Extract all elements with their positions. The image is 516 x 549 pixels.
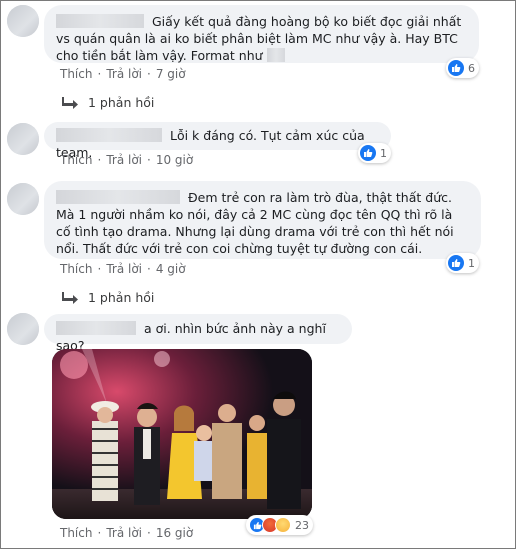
sad-icon — [275, 517, 291, 533]
reply-arrow-icon — [62, 96, 78, 109]
avatar[interactable] — [7, 5, 39, 37]
reaction-count: 23 — [295, 518, 309, 532]
replies-count-label: 1 phản hồi — [88, 95, 155, 110]
comment-bubble: Giấy kết quả đàng hoàng bộ ko biết đọc g… — [44, 5, 479, 63]
comment-bubble: Lỗi k đáng có. Tụt cảm xúc của team. — [44, 122, 391, 160]
reply-link[interactable]: Trả lời — [106, 67, 142, 81]
reaction-count: 1 — [380, 146, 387, 160]
reply-link[interactable]: Trả lời — [106, 153, 142, 167]
reply-link[interactable]: Trả lời — [106, 526, 142, 540]
reaction-count: 1 — [468, 256, 475, 270]
stage-photo-illustration — [52, 349, 312, 519]
commenter-name-redacted[interactable] — [56, 321, 136, 335]
commenter-name-redacted[interactable] — [56, 14, 144, 28]
like-link[interactable]: Thích — [60, 153, 92, 167]
like-icon — [448, 255, 464, 271]
avatar[interactable] — [7, 123, 39, 155]
comment-photo[interactable] — [52, 349, 312, 519]
reaction-count: 6 — [468, 61, 475, 75]
like-icon — [360, 145, 376, 161]
reaction-summary[interactable]: 6 — [446, 58, 479, 78]
reply-link[interactable]: Trả lời — [106, 262, 142, 276]
like-link[interactable]: Thích — [60, 67, 92, 81]
commenter-name-redacted[interactable] — [56, 128, 162, 142]
reaction-summary[interactable]: 23 — [246, 515, 313, 535]
comment-bubble: Đem trẻ con ra làm trò đùa, thật thất đứ… — [44, 181, 481, 259]
comment-timestamp[interactable]: 4 giờ — [156, 262, 186, 276]
replies-count-label: 1 phản hồi — [88, 290, 155, 305]
like-link[interactable]: Thích — [60, 526, 92, 540]
like-icon — [448, 60, 464, 76]
comment-timestamp[interactable]: 7 giờ — [156, 67, 186, 81]
like-link[interactable]: Thích — [60, 262, 92, 276]
reaction-summary[interactable]: 1 — [446, 253, 479, 273]
commenter-name-redacted[interactable] — [56, 190, 180, 204]
comment-actions: Thích · Trả lời · 10 giờ — [60, 153, 194, 167]
view-replies-link[interactable]: 1 phản hồi — [62, 290, 154, 305]
comment-bubble: a ơi. nhìn bức ảnh này a nghĩ sao? — [44, 314, 352, 353]
view-replies-link[interactable]: 1 phản hồi — [62, 95, 154, 110]
comment-timestamp[interactable]: 10 giờ — [156, 153, 193, 167]
avatar[interactable] — [7, 183, 39, 215]
reply-arrow-icon — [62, 291, 78, 304]
comment-timestamp[interactable]: 16 giờ — [156, 526, 193, 540]
reaction-summary[interactable]: 1 — [358, 143, 391, 163]
redacted-text — [266, 48, 285, 62]
comment-actions: Thích · Trả lời · 4 giờ — [60, 262, 186, 276]
avatar[interactable] — [7, 313, 39, 345]
comment-actions: Thích · Trả lời · 16 giờ — [60, 526, 194, 540]
comment-actions: Thích · Trả lời · 7 giờ — [60, 67, 186, 81]
